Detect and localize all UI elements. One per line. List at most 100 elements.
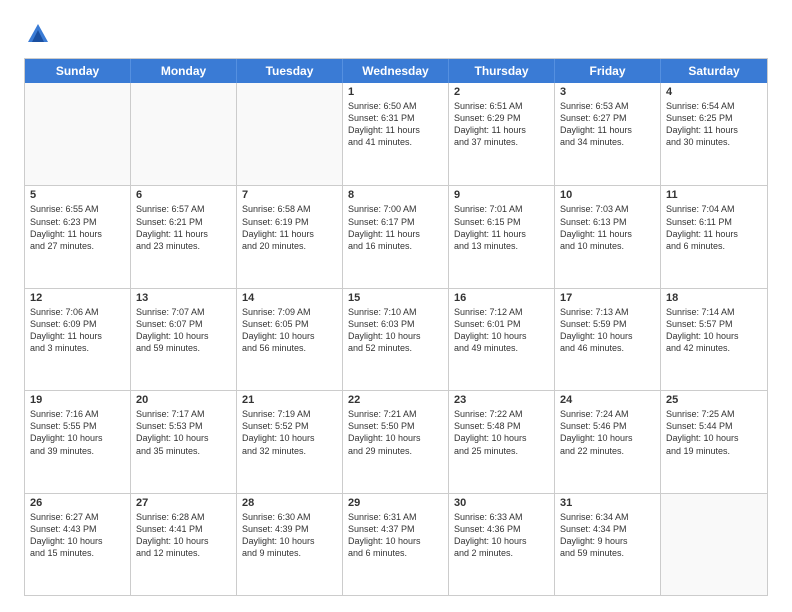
calendar-day: 20 Sunrise: 7:17 AM Sunset: 5:53 PM Dayli… (131, 391, 237, 492)
empty-cell (661, 494, 767, 595)
calendar-day: 6Sunrise: 6:57 AM Sunset: 6:21 PM Daylig… (131, 186, 237, 287)
day-info: Sunrise: 7:01 AM Sunset: 6:15 PM Dayligh… (454, 203, 549, 252)
calendar-day: 3 Sunrise: 6:53 AM Sunset: 6:27 PM Daylig… (555, 83, 661, 185)
day-number: 25 (666, 394, 762, 406)
weekday-header: Monday (131, 59, 237, 83)
day-info: Sunrise: 7:21 AM Sunset: 5:50 PM Dayligh… (348, 408, 443, 457)
calendar-header: SundayMondayTuesdayWednesdayThursdayFrid… (25, 59, 767, 83)
day-number: 30 (454, 497, 549, 509)
weekday-header: Saturday (661, 59, 767, 83)
day-info: Sunrise: 7:07 AM Sunset: 6:07 PM Dayligh… (136, 306, 231, 355)
calendar-day: 10Sunrise: 7:03 AM Sunset: 6:13 PM Dayli… (555, 186, 661, 287)
day-number: 11 (666, 189, 762, 201)
day-number: 18 (666, 292, 762, 304)
day-info: Sunrise: 7:17 AM Sunset: 5:53 PM Dayligh… (136, 408, 231, 457)
calendar-day: 24 Sunrise: 7:24 AM Sunset: 5:46 PM Dayli… (555, 391, 661, 492)
day-number: 2 (454, 86, 549, 98)
calendar-day: 5 Sunrise: 6:55 AM Sunset: 6:23 PM Daylig… (25, 186, 131, 287)
calendar-day: 16 Sunrise: 7:12 AM Sunset: 6:01 PM Dayli… (449, 289, 555, 390)
day-info: Sunrise: 6:58 AM Sunset: 6:19 PM Dayligh… (242, 203, 337, 252)
day-number: 26 (30, 497, 125, 509)
day-number: 24 (560, 394, 655, 406)
day-number: 27 (136, 497, 231, 509)
day-number: 22 (348, 394, 443, 406)
day-info: Sunrise: 7:24 AM Sunset: 5:46 PM Dayligh… (560, 408, 655, 457)
calendar-day: 11 Sunrise: 7:04 AM Sunset: 6:11 PM Dayli… (661, 186, 767, 287)
day-number: 5 (30, 189, 125, 201)
calendar-day: 27 Sunrise: 6:28 AM Sunset: 4:41 PM Dayli… (131, 494, 237, 595)
day-info: Sunrise: 6:53 AM Sunset: 6:27 PM Dayligh… (560, 100, 655, 149)
calendar-day: 22 Sunrise: 7:21 AM Sunset: 5:50 PM Dayli… (343, 391, 449, 492)
calendar-day: 28 Sunrise: 6:30 AM Sunset: 4:39 PM Dayli… (237, 494, 343, 595)
day-number: 13 (136, 292, 231, 304)
calendar-day: 12Sunrise: 7:06 AM Sunset: 6:09 PM Dayli… (25, 289, 131, 390)
day-number: 29 (348, 497, 443, 509)
day-number: 21 (242, 394, 337, 406)
day-info: Sunrise: 6:55 AM Sunset: 6:23 PM Dayligh… (30, 203, 125, 252)
day-info: Sunrise: 7:00 AM Sunset: 6:17 PM Dayligh… (348, 203, 443, 252)
day-number: 3 (560, 86, 655, 98)
header (24, 20, 768, 48)
calendar: SundayMondayTuesdayWednesdayThursdayFrid… (24, 58, 768, 596)
empty-cell (237, 83, 343, 185)
day-number: 23 (454, 394, 549, 406)
day-info: Sunrise: 6:28 AM Sunset: 4:41 PM Dayligh… (136, 511, 231, 560)
calendar-week: 1 Sunrise: 6:50 AM Sunset: 6:31 PM Daylig… (25, 83, 767, 185)
calendar-day: 7 Sunrise: 6:58 AM Sunset: 6:19 PM Daylig… (237, 186, 343, 287)
day-number: 16 (454, 292, 549, 304)
calendar-day: 17Sunrise: 7:13 AM Sunset: 5:59 PM Dayli… (555, 289, 661, 390)
day-number: 14 (242, 292, 337, 304)
day-number: 31 (560, 497, 655, 509)
page: SundayMondayTuesdayWednesdayThursdayFrid… (0, 0, 792, 612)
day-number: 20 (136, 394, 231, 406)
day-number: 8 (348, 189, 443, 201)
weekday-header: Tuesday (237, 59, 343, 83)
day-info: Sunrise: 7:22 AM Sunset: 5:48 PM Dayligh… (454, 408, 549, 457)
day-number: 15 (348, 292, 443, 304)
day-number: 12 (30, 292, 125, 304)
day-number: 17 (560, 292, 655, 304)
calendar-day: 14Sunrise: 7:09 AM Sunset: 6:05 PM Dayli… (237, 289, 343, 390)
calendar-week: 12Sunrise: 7:06 AM Sunset: 6:09 PM Dayli… (25, 288, 767, 390)
weekday-header: Thursday (449, 59, 555, 83)
calendar-day: 29Sunrise: 6:31 AM Sunset: 4:37 PM Dayli… (343, 494, 449, 595)
day-number: 1 (348, 86, 443, 98)
day-info: Sunrise: 6:50 AM Sunset: 6:31 PM Dayligh… (348, 100, 443, 149)
day-number: 9 (454, 189, 549, 201)
day-info: Sunrise: 7:19 AM Sunset: 5:52 PM Dayligh… (242, 408, 337, 457)
day-number: 6 (136, 189, 231, 201)
weekday-header: Sunday (25, 59, 131, 83)
day-info: Sunrise: 7:10 AM Sunset: 6:03 PM Dayligh… (348, 306, 443, 355)
empty-cell (25, 83, 131, 185)
calendar-day: 30 Sunrise: 6:33 AM Sunset: 4:36 PM Dayli… (449, 494, 555, 595)
day-number: 19 (30, 394, 125, 406)
logo (24, 20, 56, 48)
day-info: Sunrise: 6:33 AM Sunset: 4:36 PM Dayligh… (454, 511, 549, 560)
day-info: Sunrise: 6:51 AM Sunset: 6:29 PM Dayligh… (454, 100, 549, 149)
calendar-week: 26 Sunrise: 6:27 AM Sunset: 4:43 PM Dayli… (25, 493, 767, 595)
calendar-day: 8 Sunrise: 7:00 AM Sunset: 6:17 PM Daylig… (343, 186, 449, 287)
calendar-day: 13 Sunrise: 7:07 AM Sunset: 6:07 PM Dayli… (131, 289, 237, 390)
day-number: 7 (242, 189, 337, 201)
calendar-day: 21 Sunrise: 7:19 AM Sunset: 5:52 PM Dayli… (237, 391, 343, 492)
day-info: Sunrise: 7:04 AM Sunset: 6:11 PM Dayligh… (666, 203, 762, 252)
day-info: Sunrise: 6:27 AM Sunset: 4:43 PM Dayligh… (30, 511, 125, 560)
day-info: Sunrise: 7:12 AM Sunset: 6:01 PM Dayligh… (454, 306, 549, 355)
calendar-day: 2 Sunrise: 6:51 AM Sunset: 6:29 PM Daylig… (449, 83, 555, 185)
calendar-day: 18 Sunrise: 7:14 AM Sunset: 5:57 PM Dayli… (661, 289, 767, 390)
calendar-week: 19Sunrise: 7:16 AM Sunset: 5:55 PM Dayli… (25, 390, 767, 492)
calendar-day: 23 Sunrise: 7:22 AM Sunset: 5:48 PM Dayli… (449, 391, 555, 492)
day-number: 28 (242, 497, 337, 509)
day-info: Sunrise: 7:14 AM Sunset: 5:57 PM Dayligh… (666, 306, 762, 355)
calendar-body: 1 Sunrise: 6:50 AM Sunset: 6:31 PM Daylig… (25, 83, 767, 595)
calendar-day: 4Sunrise: 6:54 AM Sunset: 6:25 PM Daylig… (661, 83, 767, 185)
day-info: Sunrise: 7:03 AM Sunset: 6:13 PM Dayligh… (560, 203, 655, 252)
logo-icon (24, 20, 52, 48)
calendar-day: 25Sunrise: 7:25 AM Sunset: 5:44 PM Dayli… (661, 391, 767, 492)
day-number: 4 (666, 86, 762, 98)
calendar-day: 1 Sunrise: 6:50 AM Sunset: 6:31 PM Daylig… (343, 83, 449, 185)
day-info: Sunrise: 6:30 AM Sunset: 4:39 PM Dayligh… (242, 511, 337, 560)
calendar-week: 5 Sunrise: 6:55 AM Sunset: 6:23 PM Daylig… (25, 185, 767, 287)
calendar-day: 19Sunrise: 7:16 AM Sunset: 5:55 PM Dayli… (25, 391, 131, 492)
calendar-day: 15 Sunrise: 7:10 AM Sunset: 6:03 PM Dayli… (343, 289, 449, 390)
